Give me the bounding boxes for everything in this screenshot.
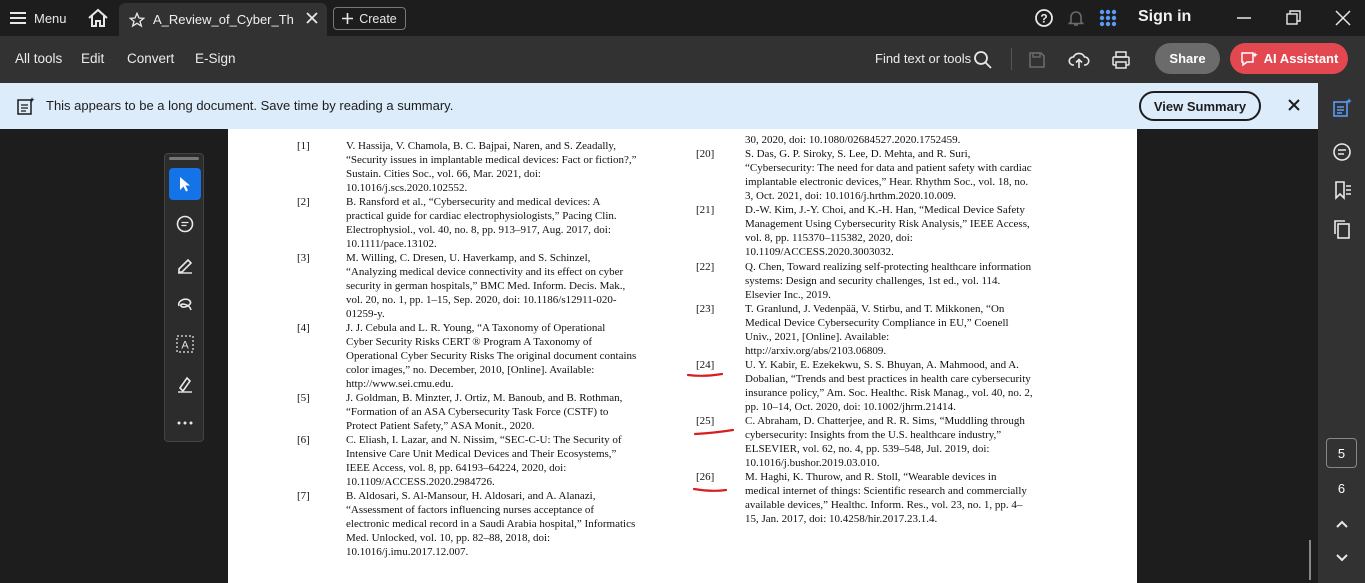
next-page-label: 6 xyxy=(1337,480,1346,496)
star-icon[interactable] xyxy=(129,11,145,28)
current-page-indicator[interactable]: 5 xyxy=(1326,438,1357,468)
search-icon[interactable] xyxy=(972,49,994,71)
highlight-tool[interactable] xyxy=(169,248,201,280)
add-comment-icon xyxy=(176,215,194,233)
comment-tool[interactable] xyxy=(169,208,201,240)
highlighter-icon xyxy=(178,258,193,274)
help-icon[interactable]: ? xyxy=(1034,8,1054,28)
sign-in-link[interactable]: Sign in xyxy=(1138,8,1191,26)
svg-text:?: ? xyxy=(1040,12,1047,26)
svg-text:A: A xyxy=(181,340,189,352)
handwritten-annotations xyxy=(686,372,735,492)
tab-title: A_Review_of_Cyber_Th... xyxy=(153,12,295,27)
page-up-icon[interactable] xyxy=(1331,513,1353,535)
close-tab-icon[interactable] xyxy=(305,11,319,25)
close-banner-icon[interactable] xyxy=(1285,96,1303,114)
ai-assistant-button[interactable]: AI Assistant xyxy=(1230,43,1348,74)
menu-convert[interactable]: Convert xyxy=(127,51,174,66)
red-underline-25 xyxy=(693,428,735,436)
create-button[interactable]: Create xyxy=(333,7,406,30)
save-icon[interactable] xyxy=(1026,49,1048,71)
red-underline-24 xyxy=(686,372,724,377)
share-button[interactable]: Share xyxy=(1155,43,1220,74)
more-icon xyxy=(177,421,193,425)
pages-icon[interactable] xyxy=(1331,218,1353,240)
select-tool[interactable] xyxy=(169,168,201,200)
hamburger-icon xyxy=(10,12,26,24)
right-rail xyxy=(1318,83,1365,583)
create-label: Create xyxy=(359,11,397,26)
main-toolbar: All tools Edit Convert E-Sign Find text … xyxy=(0,36,1365,83)
menu-label: Menu xyxy=(34,10,67,26)
annotation-toolbar: A xyxy=(164,153,204,442)
text-tool[interactable]: A xyxy=(169,328,201,360)
minimize-icon[interactable] xyxy=(1234,8,1254,28)
title-bar: Menu A_Review_of_Cyber_Th... Create ? Si… xyxy=(0,0,1365,36)
current-page-number: 5 xyxy=(1337,445,1346,461)
ai-assistant-label: AI Assistant xyxy=(1263,51,1339,66)
restore-icon[interactable] xyxy=(1284,8,1304,28)
signature-pen-icon xyxy=(178,376,192,393)
menu-all-tools[interactable]: All tools xyxy=(15,51,62,66)
menu-edit[interactable]: Edit xyxy=(81,51,104,66)
view-summary-button[interactable]: View Summary xyxy=(1139,91,1261,121)
summary-icon xyxy=(17,97,35,115)
banner-message: This appears to be a long document. Save… xyxy=(46,98,454,113)
bookmark-icon[interactable] xyxy=(1331,179,1353,201)
draw-tool[interactable] xyxy=(169,288,201,320)
red-underline-26 xyxy=(692,487,728,492)
comment-icon[interactable] xyxy=(1331,141,1353,163)
apps-grid-icon[interactable] xyxy=(1098,8,1118,28)
print-icon[interactable] xyxy=(1110,49,1132,71)
ai-assistant-icon xyxy=(1240,51,1258,66)
drag-handle[interactable] xyxy=(169,157,199,160)
bell-icon[interactable] xyxy=(1066,8,1086,28)
page-down-icon[interactable] xyxy=(1331,547,1353,569)
menu-e-sign[interactable]: E-Sign xyxy=(195,51,236,66)
sign-tool[interactable] xyxy=(169,368,201,400)
freehand-draw-icon xyxy=(177,298,192,311)
more-tools[interactable] xyxy=(169,407,201,439)
menu-button[interactable]: Menu xyxy=(10,7,67,29)
document-tab[interactable]: A_Review_of_Cyber_Th... xyxy=(119,3,327,36)
home-icon[interactable] xyxy=(86,7,110,29)
cursor-arrow-icon xyxy=(180,177,190,192)
find-text-or-tools[interactable]: Find text or tools xyxy=(875,51,971,66)
toolbar-divider xyxy=(1011,48,1012,70)
summary-panel-icon[interactable] xyxy=(1331,97,1353,119)
close-window-icon[interactable] xyxy=(1333,8,1353,28)
plus-icon xyxy=(342,13,354,24)
share-label: Share xyxy=(1169,51,1206,66)
upload-cloud-icon[interactable] xyxy=(1068,49,1090,71)
text-box-icon: A xyxy=(176,335,194,353)
summary-banner: This appears to be a long document. Save… xyxy=(0,83,1318,129)
next-page-number[interactable]: 6 xyxy=(1326,476,1357,500)
pdf-page: [1] V. Hassija, V. Chamola, B. C. Bajpai,… xyxy=(228,129,1137,583)
view-summary-label: View Summary xyxy=(1153,98,1247,114)
vertical-scrollbar[interactable] xyxy=(1309,540,1311,580)
